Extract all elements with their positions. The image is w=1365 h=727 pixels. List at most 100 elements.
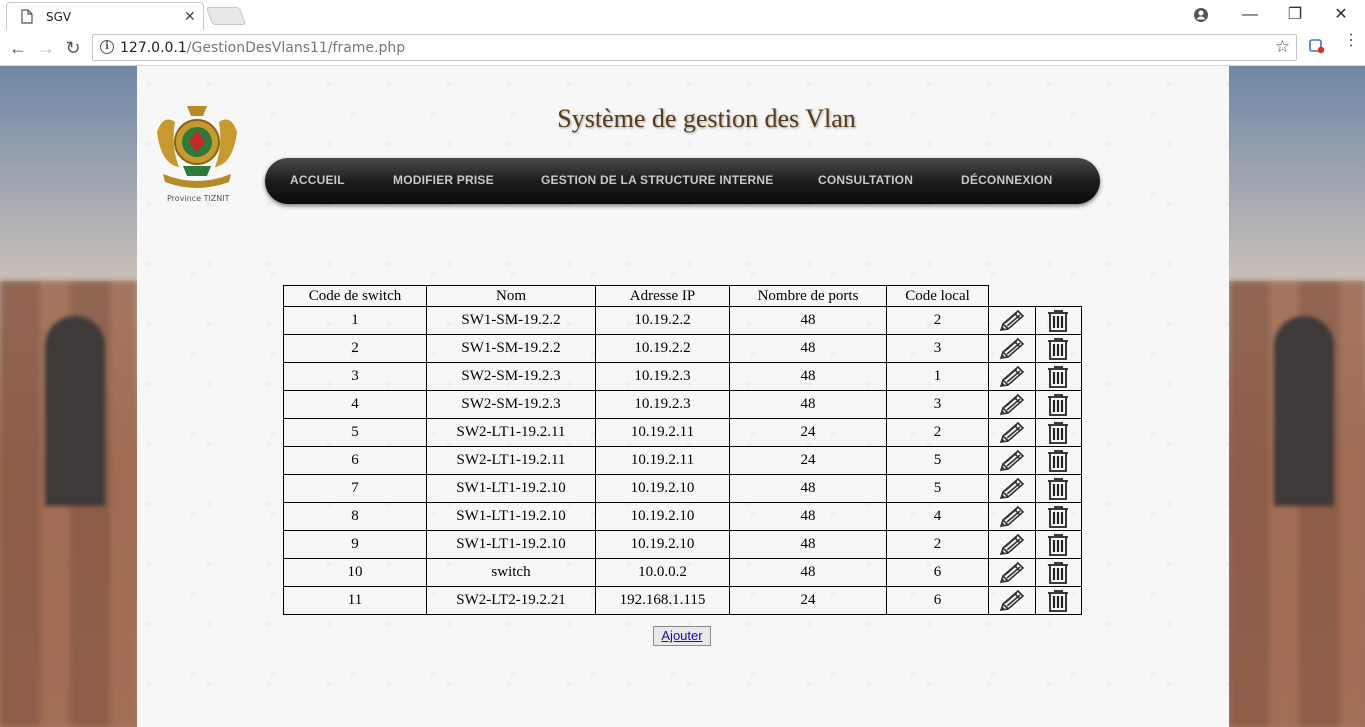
table-cell: 48 xyxy=(729,502,887,531)
nav-item-modifier-prise[interactable]: MODIFIER PRISE xyxy=(393,173,494,187)
trash-icon[interactable] xyxy=(1034,390,1082,419)
trash-icon[interactable] xyxy=(1034,474,1082,503)
pencil-icon[interactable] xyxy=(988,362,1036,391)
table-cell: SW1-LT1-19.2.10 xyxy=(426,474,596,503)
table-cell: 24 xyxy=(729,418,887,447)
trash-icon[interactable] xyxy=(1034,306,1082,335)
table-cell: SW1-LT1-19.2.10 xyxy=(426,502,596,531)
table-cell: 10.19.2.10 xyxy=(595,530,730,559)
table-cell: SW1-LT1-19.2.10 xyxy=(426,530,596,559)
new-tab-button[interactable] xyxy=(205,7,247,25)
info-icon[interactable]: i xyxy=(100,40,114,54)
table-row: 3 SW2-SM-19.2.3 10.19.2.3 48 1 xyxy=(283,362,1082,391)
table-row: 2 SW1-SM-19.2.2 10.19.2.2 48 3 xyxy=(283,334,1082,363)
table-cell: 3 xyxy=(886,390,989,419)
browser-toolbar: ← → ↻ i 127.0.0.1/GestionDesVlans11/fram… xyxy=(0,30,1365,66)
table-row: 4 SW2-SM-19.2.3 10.19.2.3 48 3 xyxy=(283,390,1082,419)
browser-tab[interactable]: SGV ✕ xyxy=(6,2,204,30)
pencil-icon[interactable] xyxy=(988,586,1036,615)
table-cell: SW1-SM-19.2.2 xyxy=(426,334,596,363)
pencil-icon[interactable] xyxy=(988,502,1036,531)
pencil-icon[interactable] xyxy=(988,390,1036,419)
table-cell: 10.19.2.3 xyxy=(595,390,730,419)
trash-icon[interactable] xyxy=(1034,502,1082,531)
table-row: 8 SW1-LT1-19.2.10 10.19.2.10 48 4 xyxy=(283,502,1082,531)
close-tab-icon[interactable]: ✕ xyxy=(184,8,196,25)
pencil-icon[interactable] xyxy=(988,530,1036,559)
main-navigation: ACCUEIL MODIFIER PRISE GESTION DE LA STR… xyxy=(265,158,1100,204)
table-cell: 7 xyxy=(283,474,427,503)
reload-icon[interactable]: ↻ xyxy=(63,38,83,58)
table-cell: 5 xyxy=(283,418,427,447)
table-cell: 192.168.1.115 xyxy=(595,586,730,615)
bookmark-star-icon[interactable]: ☆ xyxy=(1275,37,1290,57)
profile-icon[interactable] xyxy=(1187,4,1215,26)
table-cell: 6 xyxy=(886,586,989,615)
trash-icon[interactable] xyxy=(1034,418,1082,447)
table-cell: SW2-LT2-19.2.21 xyxy=(426,586,596,615)
extension-icon[interactable] xyxy=(1309,38,1325,54)
table-row: 1 SW1-SM-19.2.2 10.19.2.2 48 2 xyxy=(283,306,1082,335)
pencil-icon[interactable] xyxy=(988,474,1036,503)
page-icon xyxy=(21,9,33,29)
close-window-icon[interactable]: ✕ xyxy=(1327,4,1355,26)
table-cell: 2 xyxy=(886,418,989,447)
table-cell: 24 xyxy=(729,586,887,615)
pencil-icon[interactable] xyxy=(988,418,1036,447)
trash-icon[interactable] xyxy=(1034,334,1082,363)
column-header: Nom xyxy=(426,285,596,307)
back-arrow-icon[interactable]: ← xyxy=(8,38,28,58)
table-cell: 10.19.2.11 xyxy=(595,418,730,447)
trash-icon[interactable] xyxy=(1034,530,1082,559)
table-cell: SW2-LT1-19.2.11 xyxy=(426,418,596,447)
table-cell: 10 xyxy=(283,558,427,587)
table-cell: 10.19.2.3 xyxy=(595,362,730,391)
empty-header xyxy=(1035,286,1081,307)
table-cell: SW1-SM-19.2.2 xyxy=(426,306,596,335)
table-row: 9 SW1-LT1-19.2.10 10.19.2.10 48 2 xyxy=(283,530,1082,559)
table-cell: 2 xyxy=(886,530,989,559)
pencil-icon[interactable] xyxy=(988,558,1036,587)
table-cell: 48 xyxy=(729,362,887,391)
switches-table: Code de switch Nom Adresse IP Nombre de … xyxy=(283,285,1082,615)
nav-item-gestion-structure[interactable]: GESTION DE LA STRUCTURE INTERNE xyxy=(541,173,773,187)
pencil-icon[interactable] xyxy=(988,446,1036,475)
table-cell: 48 xyxy=(729,474,887,503)
table-cell: 2 xyxy=(886,306,989,335)
table-row: 5 SW2-LT1-19.2.11 10.19.2.11 24 2 xyxy=(283,418,1082,447)
table-cell: 5 xyxy=(886,474,989,503)
table-cell: 48 xyxy=(729,306,887,335)
pencil-icon[interactable] xyxy=(988,334,1036,363)
trash-icon[interactable] xyxy=(1034,586,1082,615)
table-cell: 10.19.2.2 xyxy=(595,306,730,335)
browser-tab-strip: SGV ✕ — ❐ ✕ xyxy=(0,0,1365,30)
table-row: 7 SW1-LT1-19.2.10 10.19.2.10 48 5 xyxy=(283,474,1082,503)
restore-icon[interactable]: ❐ xyxy=(1281,4,1309,26)
nav-item-consultation[interactable]: CONSULTATION xyxy=(818,173,913,187)
tab-title: SGV xyxy=(46,10,72,24)
table-cell: 3 xyxy=(283,362,427,391)
pencil-icon[interactable] xyxy=(988,306,1036,335)
address-bar[interactable]: i 127.0.0.1/GestionDesVlans11/frame.php … xyxy=(92,34,1297,61)
table-cell: 4 xyxy=(886,502,989,531)
table-cell: 48 xyxy=(729,390,887,419)
add-button[interactable]: Ajouter xyxy=(653,626,711,646)
browser-menu-icon[interactable]: ⋮ xyxy=(1343,33,1359,49)
table-cell: 10.19.2.11 xyxy=(595,446,730,475)
table-cell: 10.19.2.2 xyxy=(595,334,730,363)
table-cell: 5 xyxy=(886,446,989,475)
forward-arrow-icon[interactable]: → xyxy=(36,38,56,58)
nav-item-accueil[interactable]: ACCUEIL xyxy=(290,173,345,187)
url-text: 127.0.0.1/GestionDesVlans11/frame.php xyxy=(120,40,406,56)
trash-icon[interactable] xyxy=(1034,362,1082,391)
minimize-icon[interactable]: — xyxy=(1236,4,1264,26)
trash-icon[interactable] xyxy=(1034,446,1082,475)
trash-icon[interactable] xyxy=(1034,558,1082,587)
table-cell: 48 xyxy=(729,558,887,587)
table-cell: 6 xyxy=(283,446,427,475)
page-viewport: Province TIZNIT Système de gestion des V… xyxy=(0,66,1365,727)
table-cell: 9 xyxy=(283,530,427,559)
column-header: Nombre de ports xyxy=(729,285,887,307)
nav-item-deconnexion[interactable]: DÉCONNEXION xyxy=(961,173,1053,187)
column-header: Adresse IP xyxy=(595,285,730,307)
